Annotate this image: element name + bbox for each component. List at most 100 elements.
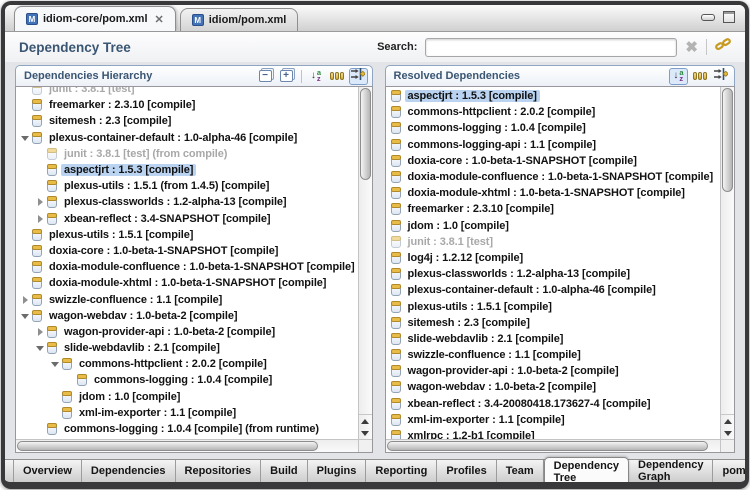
tab-team[interactable]: Team xyxy=(497,460,544,482)
scroll-up-button[interactable] xyxy=(359,415,372,427)
list-item[interactable]: freemarker : 2.3.10 [compile] xyxy=(386,201,721,217)
list-item[interactable]: plexus-classworlds : 1.2-alpha-13 [compi… xyxy=(386,266,721,282)
expander-icon[interactable] xyxy=(21,133,31,143)
list-item[interactable]: doxia-module-confluence : 1.0-beta-1-SNA… xyxy=(386,169,721,185)
list-item[interactable]: swizzle-confluence : 1.1 [compile] xyxy=(386,347,721,363)
tab-dependency-graph[interactable]: Dependency Graph xyxy=(629,459,714,482)
list-item[interactable]: xmlrpc : 1.2-b1 [compile] xyxy=(386,428,721,439)
expander-icon[interactable] xyxy=(36,197,46,207)
tab-repositories[interactable]: Repositories xyxy=(176,460,262,482)
list-item[interactable]: aspectjrt : 1.5.3 [compile] xyxy=(386,88,721,104)
jar-icon xyxy=(47,325,57,338)
maximize-icon[interactable] xyxy=(723,11,735,23)
dependency-label: wagon-webdav : 1.0-beta-2 [compile] xyxy=(407,381,597,394)
tab-label: Repositories xyxy=(184,465,252,477)
tree-row[interactable]: plexus-classworlds : 1.2-alpha-13 [compi… xyxy=(16,194,358,210)
tab-profiles[interactable]: Profiles xyxy=(437,460,497,482)
expander-icon[interactable] xyxy=(51,359,61,369)
scroll-down-button[interactable] xyxy=(721,427,734,439)
search-label: Search: xyxy=(377,41,418,53)
expander-icon[interactable] xyxy=(36,327,46,337)
sort-alphabetically-icon: ↓ a z xyxy=(673,67,684,83)
tree-row[interactable]: plexus-container-default : 1.0-alpha-46 … xyxy=(16,130,358,146)
link-icon[interactable] xyxy=(715,38,731,56)
minimize-icon[interactable] xyxy=(701,13,715,21)
list-item[interactable]: slide-webdavlib : 2.1 [compile] xyxy=(386,331,721,347)
tree-row[interactable]: sitemesh : 2.3 [compile] xyxy=(16,113,358,129)
list-item[interactable]: sitemesh : 2.3 [compile] xyxy=(386,315,721,331)
close-icon[interactable]: ✕ xyxy=(155,13,164,26)
tree-row[interactable]: swizzle-confluence : 1.1 [compile] xyxy=(16,291,358,307)
expander-icon[interactable] xyxy=(21,295,31,305)
show-group-id-button[interactable] xyxy=(690,68,709,85)
list-item[interactable]: wagon-webdav : 1.0-beta-2 [compile] xyxy=(386,379,721,395)
tree-row[interactable]: commons-logging : 1.0.4 [compile] (from … xyxy=(16,421,358,437)
horizontal-scrollbar[interactable] xyxy=(16,439,358,452)
tab-overview[interactable]: Overview xyxy=(13,460,82,482)
expander-icon[interactable] xyxy=(36,343,46,353)
tree-row[interactable]: plexus-utils : 1.5.1 (from 1.4.5) [compi… xyxy=(16,178,358,194)
sort-alphabetically-button[interactable]: ↓ a z xyxy=(307,68,326,85)
tree-row[interactable]: plexus-utils : 1.5.1 [compile] xyxy=(16,227,358,243)
list-item[interactable]: plexus-container-default : 1.0-alpha-46 … xyxy=(386,282,721,298)
list-item[interactable]: plexus-utils : 1.5.1 [compile] xyxy=(386,298,721,314)
tree-row[interactable]: jdom : 1.0 [compile] xyxy=(16,389,358,405)
dependency-label: doxia-module-xhtml : 1.0-beta-1-SNAPSHOT… xyxy=(49,277,327,290)
tree-row[interactable]: xml-im-exporter : 1.1 [compile] xyxy=(16,405,358,421)
tab-reporting[interactable]: Reporting xyxy=(366,460,438,482)
filter-button[interactable] xyxy=(348,67,368,85)
list-item[interactable]: junit : 3.8.1 [test] xyxy=(386,234,721,250)
horizontal-scrollbar[interactable] xyxy=(385,439,720,452)
dependency-label: jdom : 1.0 [compile] xyxy=(407,219,509,232)
expander-icon[interactable] xyxy=(21,311,31,321)
vertical-scrollbar[interactable] xyxy=(357,87,372,439)
tab-dependencies[interactable]: Dependencies xyxy=(82,460,176,482)
jar-icon xyxy=(390,413,401,426)
tree-row[interactable]: doxia-module-xhtml : 1.0-beta-1-SNAPSHOT… xyxy=(16,275,358,291)
tree-row[interactable]: wagon-provider-api : 1.0-beta-2 [compile… xyxy=(16,324,358,340)
editor-tab[interactable]: Midiom-core/pom.xml ✕ xyxy=(14,6,176,31)
tree-row[interactable]: aspectjrt : 1.5.3 [compile] xyxy=(16,162,358,178)
tab-dependency-tree[interactable]: Dependency Tree xyxy=(543,457,630,482)
scroll-up-button[interactable] xyxy=(721,415,734,427)
resolved-toolbar: ↓ a z xyxy=(669,67,730,85)
show-group-id-button[interactable] xyxy=(328,68,347,85)
tree-row[interactable]: junit : 3.8.1 [test] xyxy=(16,87,358,97)
list-item[interactable]: wagon-provider-api : 1.0-beta-2 [compile… xyxy=(386,363,721,379)
collapse-all-button[interactable]: − xyxy=(256,68,275,85)
tree-row[interactable]: junit : 3.8.1 [test] (from compile) xyxy=(16,146,358,162)
tree-row[interactable]: freemarker : 2.3.10 [compile] xyxy=(16,97,358,113)
scrollbar-thumb[interactable] xyxy=(359,88,371,180)
scroll-down-button[interactable] xyxy=(359,427,372,439)
list-item[interactable]: xbean-reflect : 3.4-20080418.173627-4 [c… xyxy=(386,396,721,412)
scrollbar-thumb[interactable] xyxy=(17,441,318,451)
editor-tab[interactable]: Midiom/pom.xml xyxy=(179,8,299,31)
tree-row[interactable]: slide-webdavlib : 2.1 [compile] xyxy=(16,340,358,356)
scrollbar-thumb[interactable] xyxy=(722,88,733,192)
tree-row[interactable]: commons-logging : 1.0.4 [compile] xyxy=(16,372,358,388)
clear-search-icon[interactable]: ✖ xyxy=(685,40,698,55)
tree-row[interactable]: doxia-module-confluence : 1.0-beta-1-SNA… xyxy=(16,259,358,275)
tree-row[interactable]: commons-httpclient : 2.0.2 [compile] xyxy=(16,356,358,372)
scrollbar-thumb[interactable] xyxy=(386,441,708,451)
list-item[interactable]: commons-logging-api : 1.1 [compile] xyxy=(386,137,721,153)
expand-all-button[interactable]: + xyxy=(277,68,296,85)
vertical-scrollbar[interactable] xyxy=(720,87,734,439)
list-item[interactable]: doxia-module-xhtml : 1.0-beta-1-SNAPSHOT… xyxy=(386,185,721,201)
list-item[interactable]: commons-httpclient : 2.0.2 [compile] xyxy=(386,104,721,120)
tree-row[interactable]: xbean-reflect : 3.4-SNAPSHOT [compile] xyxy=(16,211,358,227)
tree-row[interactable]: wagon-webdav : 1.0-beta-2 [compile] xyxy=(16,308,358,324)
list-item[interactable]: commons-logging : 1.0.4 [compile] xyxy=(386,120,721,136)
list-item[interactable]: doxia-core : 1.0-beta-1-SNAPSHOT [compil… xyxy=(386,153,721,169)
tab-build[interactable]: Build xyxy=(261,460,308,482)
filter-button[interactable] xyxy=(711,68,730,85)
tree-row[interactable]: doxia-core : 1.0-beta-1-SNAPSHOT [compil… xyxy=(16,243,358,259)
search-input[interactable] xyxy=(425,37,678,57)
expander-icon[interactable] xyxy=(36,214,46,224)
sort-alphabetically-button[interactable]: ↓ a z xyxy=(669,67,688,85)
tab-pom-xml[interactable]: pom.xml xyxy=(713,460,745,482)
list-item[interactable]: jdom : 1.0 [compile] xyxy=(386,218,721,234)
list-item[interactable]: log4j : 1.2.12 [compile] xyxy=(386,250,721,266)
tab-plugins[interactable]: Plugins xyxy=(308,460,367,482)
list-item[interactable]: xml-im-exporter : 1.1 [compile] xyxy=(386,412,721,428)
